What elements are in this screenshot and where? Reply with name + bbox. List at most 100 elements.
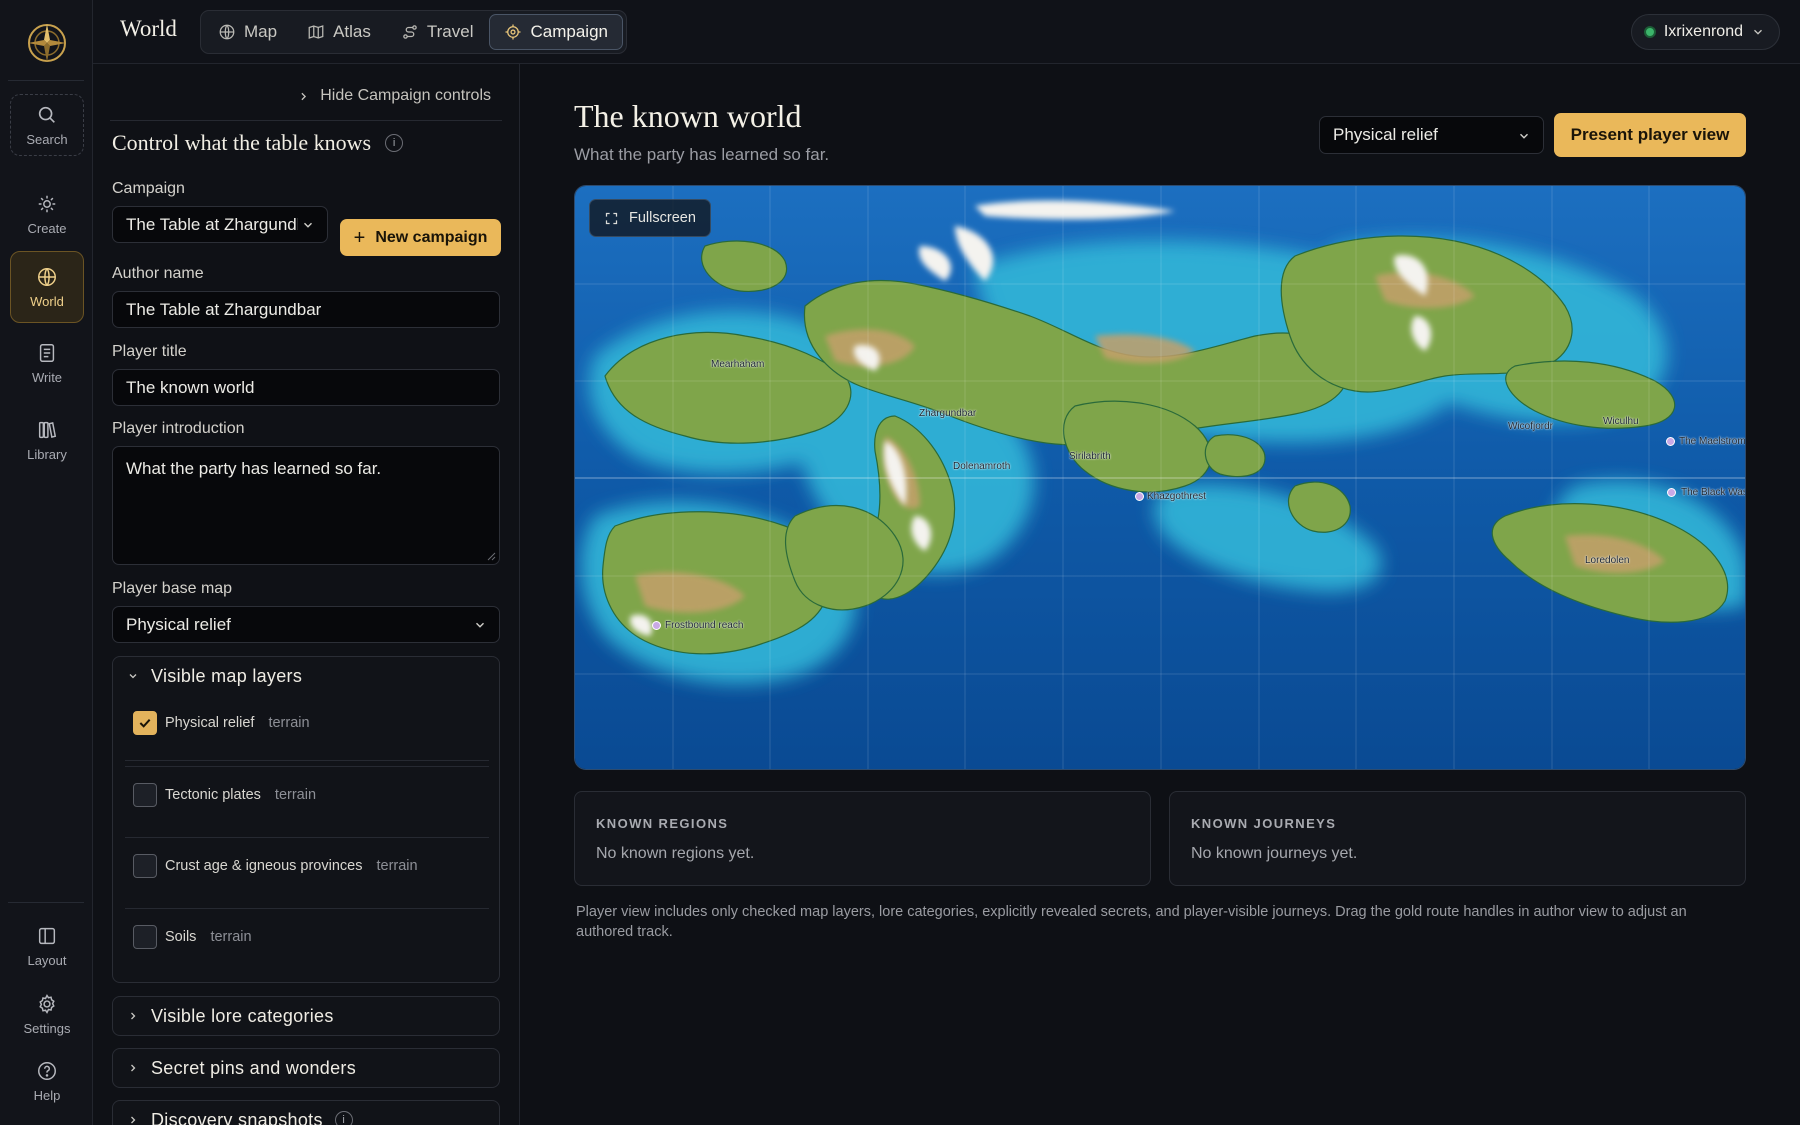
route-icon <box>403 25 417 39</box>
rail-item-create[interactable]: Create <box>10 178 84 250</box>
resize-handle-icon[interactable] <box>486 551 496 561</box>
chevron-right-icon <box>131 1012 136 1020</box>
layer-name: Physical relief <box>165 714 255 731</box>
layer-checkbox[interactable] <box>133 710 157 735</box>
layer-checkbox[interactable] <box>133 782 157 807</box>
rail-item-label: Library <box>27 446 67 462</box>
panel-heading: Control what the table knows i <box>112 130 404 156</box>
map-place-label[interactable]: The Black Waste <box>1681 487 1745 498</box>
page-title: The known world <box>574 98 802 134</box>
known-journeys-card: KNOWN JOURNEYS No known journeys yet. <box>1169 791 1746 886</box>
layout-icon <box>38 927 56 944</box>
layer-tag: terrain <box>274 786 317 803</box>
campaign-select[interactable]: The Table at Zhargundbar <box>112 206 328 243</box>
player-title-field[interactable]: The known world <box>112 369 500 406</box>
hide-controls-button[interactable]: Hide Campaign controls <box>297 87 491 105</box>
player-title-label: Player title <box>112 343 187 360</box>
layer-checkbox[interactable] <box>133 924 157 949</box>
rail-item-layout[interactable]: Layout <box>10 910 84 982</box>
layer-name: Crust age & igneous provinces <box>165 857 363 874</box>
plus-icon: + <box>353 226 366 249</box>
map-place-label[interactable]: Mearhaham <box>711 359 764 370</box>
layer-row[interactable]: Tectonic plates terrain <box>133 759 481 830</box>
map-pin[interactable] <box>652 621 661 630</box>
rail-item-label: World <box>30 293 64 309</box>
layer-row[interactable]: Crust age & igneous provinces terrain <box>133 830 481 901</box>
search-icon <box>38 106 55 123</box>
map-place-label[interactable]: The Maelstrom <box>1679 436 1745 447</box>
map-place-label[interactable]: Sirilabrith <box>1069 451 1111 462</box>
visible-layers-title: Visible map layers <box>151 665 303 686</box>
map-place-label[interactable]: Loredolen <box>1585 555 1629 566</box>
map-place-label[interactable]: Wiculhu <box>1603 416 1639 427</box>
new-campaign-button[interactable]: + New campaign <box>340 219 501 256</box>
world-map-canvas[interactable] <box>575 186 1746 770</box>
known-journeys-title: KNOWN JOURNEYS <box>1191 816 1337 831</box>
known-journeys-value: No known journeys yet. <box>1191 845 1358 862</box>
base-map-select-value: Physical relief <box>1333 125 1438 144</box>
present-player-view-label: Present player view <box>1570 125 1730 144</box>
view-tabs: Map Atlas Travel Campaign <box>200 10 627 54</box>
chevron-right-icon <box>131 1064 136 1072</box>
info-icon[interactable]: i <box>334 1111 353 1125</box>
help-icon <box>38 1061 56 1080</box>
rail-item-write[interactable]: Write <box>10 327 84 399</box>
secret-pins-section[interactable]: Secret pins and wonders <box>112 1048 500 1088</box>
rail-item-library[interactable]: Library <box>10 404 84 476</box>
info-icon[interactable]: i <box>385 134 404 152</box>
map-pin[interactable] <box>1135 492 1144 501</box>
map-place-label[interactable]: Frostbound reach <box>665 620 743 631</box>
campaign-controls-panel: Hide Campaign controls Control what the … <box>93 64 520 1125</box>
status-dot <box>1643 26 1656 38</box>
fullscreen-button[interactable]: Fullscreen <box>589 199 711 237</box>
map-place-label[interactable]: Khazgothrest <box>1147 491 1206 502</box>
check-icon <box>139 718 151 728</box>
rail-item-label: Write <box>31 369 63 385</box>
world-map[interactable]: Fullscreen Mearhaham Zhargundbar Dolenam… <box>574 185 1746 770</box>
rail-item-label: Help <box>33 1087 61 1103</box>
tab-map[interactable]: Map <box>204 14 291 50</box>
player-view-footnote: Player view includes only checked map la… <box>576 904 1687 940</box>
tab-label: Travel <box>426 22 474 41</box>
target-icon <box>505 24 521 40</box>
layer-row[interactable]: Soils terrain <box>133 901 481 972</box>
player-intro-textarea[interactable]: What the party has learned so far. <box>112 446 500 565</box>
base-map-select[interactable]: Physical relief <box>1319 116 1544 154</box>
panel-divider <box>110 120 502 121</box>
compass-emblem-icon[interactable] <box>25 21 69 65</box>
tab-label: Atlas <box>333 22 371 41</box>
rail-item-search[interactable]: Search <box>10 94 84 156</box>
layer-row[interactable]: Physical relief terrain <box>133 687 481 758</box>
rail-item-world[interactable]: World <box>10 251 84 323</box>
tab-campaign[interactable]: Campaign <box>489 14 623 50</box>
secret-pins-header[interactable]: Secret pins and wonders <box>113 1049 499 1087</box>
author-name-field[interactable]: The Table at Zhargundbar <box>112 291 500 328</box>
visible-lore-section[interactable]: Visible lore categories <box>112 996 500 1036</box>
rail-divider <box>8 80 84 81</box>
tab-atlas[interactable]: Atlas <box>293 14 385 50</box>
map-pin[interactable] <box>1666 437 1675 446</box>
rail-item-settings[interactable]: Settings <box>10 978 84 1050</box>
rail-item-label: Layout <box>27 952 67 968</box>
rail-item-help[interactable]: Help <box>10 1045 84 1117</box>
map-place-label[interactable]: Zhargundbar <box>919 408 976 419</box>
map-place-label[interactable]: Dolenamroth <box>953 461 1010 472</box>
gear-icon <box>39 993 55 1014</box>
discovery-snapshots-section[interactable]: Discovery snapshots i <box>112 1100 500 1125</box>
books-icon <box>38 421 57 438</box>
tab-travel[interactable]: Travel <box>387 14 488 50</box>
map-place-label[interactable]: Wicofjordr <box>1508 421 1553 432</box>
layer-checkbox[interactable] <box>133 853 157 878</box>
rail-item-label: Create <box>27 220 67 236</box>
user-menu[interactable]: Ixrixenrond <box>1630 14 1780 50</box>
player-base-map-select[interactable]: Physical relief <box>112 606 500 643</box>
player-intro-value: What the party has learned so far. <box>126 459 382 478</box>
map-pin[interactable] <box>1667 488 1676 497</box>
known-regions-card: KNOWN REGIONS No known regions yet. <box>574 791 1151 886</box>
player-intro-label: Player introduction <box>112 420 245 437</box>
chevron-right-icon <box>131 1116 136 1124</box>
present-player-view-button[interactable]: Present player view <box>1554 113 1746 157</box>
visible-lore-header[interactable]: Visible lore categories <box>113 997 499 1035</box>
discovery-snapshots-header[interactable]: Discovery snapshots i <box>113 1101 499 1125</box>
fullscreen-label: Fullscreen <box>629 210 696 226</box>
